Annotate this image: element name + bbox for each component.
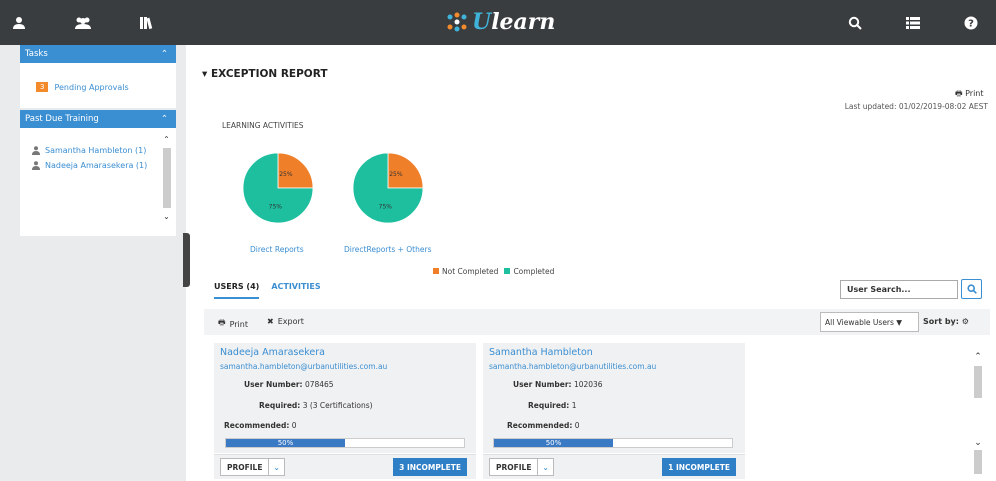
progress-fill: 50% — [494, 439, 613, 447]
help-icon[interactable]: ? — [960, 12, 982, 34]
section-label: LEARNING ACTIVITIES — [222, 121, 304, 130]
pie-data-label: 75% — [379, 204, 393, 211]
legend-not-completed: Not Completed — [433, 267, 498, 276]
user-filter-dropdown[interactable]: All Viewable Users ▼ — [820, 312, 919, 332]
cards-scrollbar[interactable]: ⌃ ⌄ — [973, 352, 983, 481]
tasks-panel-title: Tasks — [25, 49, 48, 59]
list-icon[interactable] — [902, 12, 924, 34]
profile-button[interactable]: PROFILE ⌄ — [220, 458, 285, 476]
user-icon[interactable] — [8, 12, 30, 34]
search-icon — [966, 284, 977, 294]
app-logo: Ulearn — [445, 8, 555, 36]
print-button[interactable]: 🖶 Print — [218, 317, 248, 331]
top-bar: Ulearn ? — [0, 0, 996, 45]
sidebar-scrollbar[interactable]: ⌃ ⌄ — [161, 135, 172, 231]
list-item[interactable]: Samantha Hambleton (1) — [32, 146, 147, 155]
scroll-up-icon[interactable]: ⌃ — [161, 135, 172, 144]
scroll-down-icon[interactable]: ⌄ — [161, 212, 172, 221]
past-due-list: Samantha Hambleton (1) Nadeeja Amaraseke… — [32, 146, 147, 170]
list-item[interactable]: Nadeeja Amarasekera (1) — [32, 161, 147, 170]
logo-mark-icon — [447, 12, 467, 32]
user-number-row: User Number: 078465 — [244, 380, 334, 389]
required-row: Required: 3 (3 Certifications) — [259, 401, 373, 410]
profile-dropdown-icon[interactable]: ⌄ — [268, 459, 283, 475]
library-icon[interactable] — [136, 12, 158, 34]
pie-chart-direct-reports-others[interactable]: 25% 75% — [352, 152, 424, 224]
profile-dropdown-icon[interactable]: ⌄ — [537, 459, 552, 475]
user-card-footer: PROFILE ⌄ 3 INCOMPLETE — [214, 454, 476, 479]
scrollbar-track — [974, 450, 982, 474]
logo-text: Ulearn — [472, 9, 556, 35]
pie-data-label: 25% — [279, 171, 293, 178]
scrollbar-thumb[interactable] — [162, 148, 171, 208]
user-number-row: User Number: 102036 — [513, 380, 603, 389]
print-link[interactable]: 🖶 Print — [955, 88, 984, 102]
users-icon[interactable] — [72, 12, 94, 34]
pie-data-label: 75% — [269, 204, 283, 211]
task-item-pending-approvals[interactable]: 3 Pending Approvals — [20, 63, 176, 92]
chart-legend: Not Completed Completed — [433, 267, 554, 276]
export-button[interactable]: ✖ Export — [267, 317, 304, 326]
past-due-panel-title: Past Due Training — [25, 114, 99, 124]
svg-text:?: ? — [968, 19, 974, 30]
past-due-panel: Past Due Training ⌃ Samantha Hambleton (… — [20, 110, 176, 236]
recommended-row: Recommended: 0 — [224, 421, 297, 430]
tasks-panel-header[interactable]: Tasks ⌃ — [20, 45, 176, 63]
last-updated-text: Last updated: 01/02/2019-08:02 AEST — [844, 102, 988, 111]
pie-data-label: 25% — [389, 171, 403, 178]
person-icon — [32, 146, 40, 155]
pending-approvals-link[interactable]: Pending Approvals — [54, 83, 128, 92]
search-icon[interactable] — [844, 12, 866, 34]
scroll-down-icon[interactable]: ⌄ — [973, 438, 983, 448]
user-card: Nadeeja Amarasekera samantha.hambleton@u… — [214, 343, 476, 453]
past-due-user-link[interactable]: Samantha Hambleton (1) — [45, 146, 146, 155]
search-button[interactable] — [961, 279, 982, 299]
legend-completed: Completed — [504, 267, 554, 276]
tasks-panel: Tasks ⌃ 3 Pending Approvals — [20, 45, 176, 108]
progress-fill: 50% — [226, 439, 345, 447]
sidebar-toggle-handle[interactable] — [183, 233, 190, 287]
required-row: Required: 1 — [528, 401, 577, 410]
scroll-up-icon[interactable]: ⌃ — [973, 352, 983, 362]
recommended-row: Recommended: 0 — [507, 421, 580, 430]
person-icon — [32, 161, 40, 170]
user-card: Samantha Hambleton samantha.hambleton@ur… — [483, 343, 745, 453]
incomplete-button[interactable]: 3 INCOMPLETE — [393, 458, 467, 476]
progress-bar: 50% — [493, 438, 733, 448]
users-toolbar: 🖶 Print ✖ Export All Viewable Users ▼ Sort… — [204, 309, 990, 335]
pie-title-direct-reports[interactable]: Direct Reports — [250, 245, 304, 254]
incomplete-button[interactable]: 1 INCOMPLETE — [662, 458, 736, 476]
pending-count-badge: 3 — [36, 82, 49, 92]
pie-title-direct-reports-others[interactable]: DirectReports + Others — [344, 245, 431, 254]
past-due-panel-header[interactable]: Past Due Training ⌃ — [20, 110, 176, 128]
collapse-icon[interactable]: ⌃ — [161, 49, 168, 59]
user-email-link[interactable]: samantha.hambleton@urbanutilities.com.au — [489, 362, 656, 371]
tab-activities[interactable]: ACTIVITIES — [271, 282, 320, 299]
printer-icon: 🖶 — [218, 318, 226, 327]
sort-by-control[interactable]: Sort by: ⚙ — [923, 317, 969, 326]
excel-icon: ✖ — [267, 317, 274, 326]
collapse-icon[interactable]: ⌃ — [161, 114, 168, 124]
past-due-user-link[interactable]: Nadeeja Amarasekera (1) — [45, 161, 147, 170]
sort-settings-icon[interactable]: ⚙ — [962, 317, 969, 326]
user-email-link[interactable]: samantha.hambleton@urbanutilities.com.au — [220, 362, 387, 371]
user-card-footer: PROFILE ⌄ 1 INCOMPLETE — [483, 454, 745, 479]
user-search-input[interactable]: User Search... — [840, 280, 958, 299]
scrollbar-thumb[interactable] — [974, 366, 982, 398]
profile-button[interactable]: PROFILE ⌄ — [489, 458, 554, 476]
user-name-link[interactable]: Samantha Hambleton — [489, 347, 593, 358]
user-name-link[interactable]: Nadeeja Amarasekera — [220, 347, 325, 358]
progress-bar: 50% — [225, 438, 465, 448]
page-title[interactable]: ▾ EXCEPTION REPORT — [202, 68, 328, 80]
tab-users[interactable]: USERS (4) — [214, 282, 260, 299]
tab-bar: USERS (4) ACTIVITIES — [214, 282, 321, 299]
pie-chart-direct-reports[interactable]: 25% 75% — [242, 152, 314, 224]
